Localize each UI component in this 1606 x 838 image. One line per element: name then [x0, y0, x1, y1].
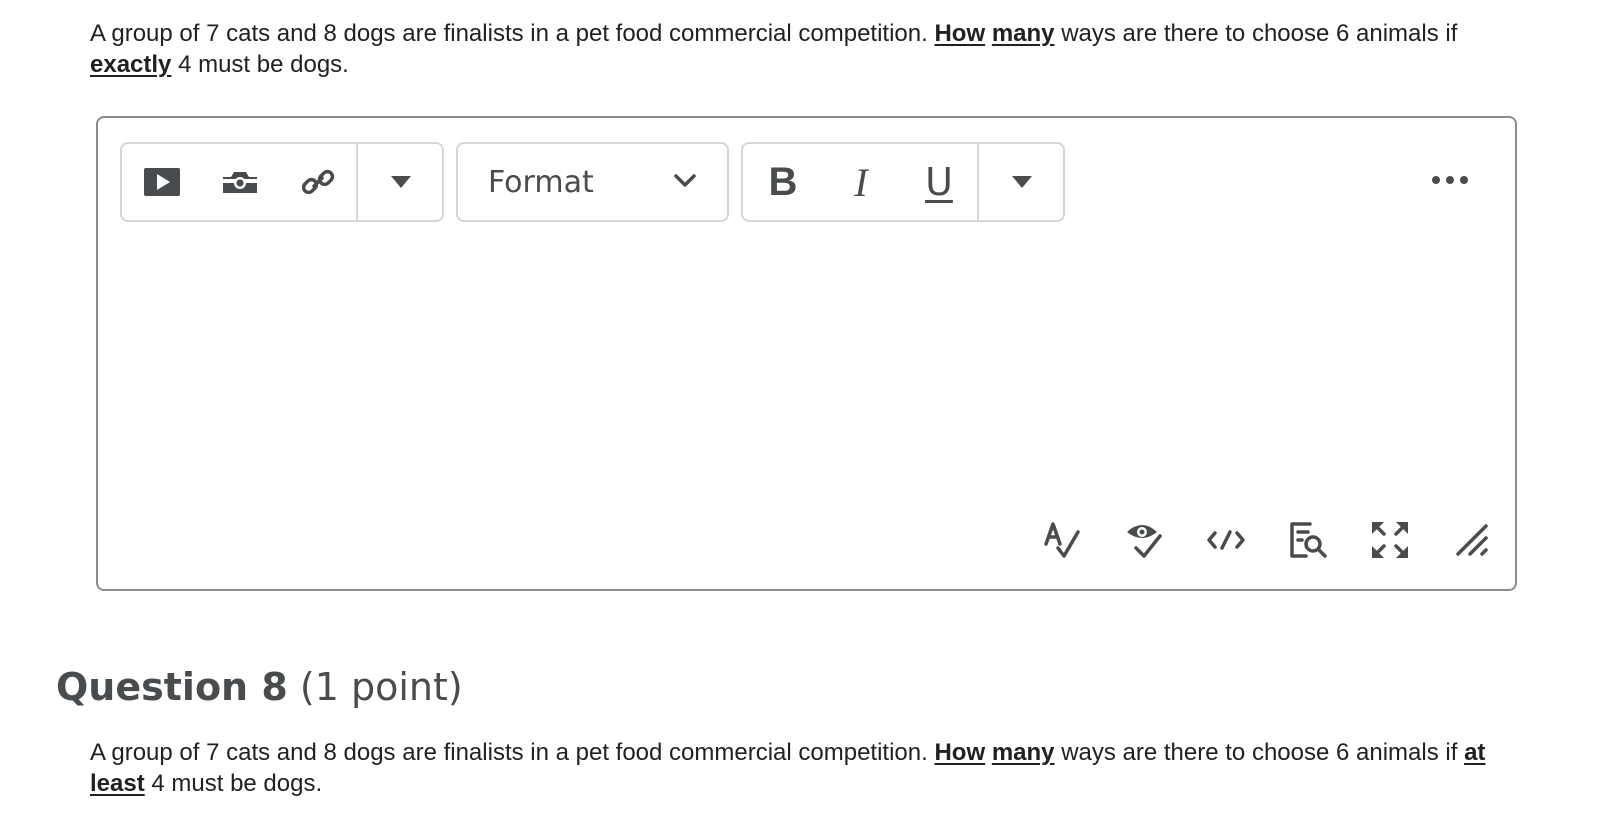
emphasis-at: at — [1464, 739, 1486, 766]
ellipsis-icon — [1432, 176, 1440, 184]
fullscreen-button[interactable] — [1368, 518, 1412, 562]
accessibility-check-icon — [1127, 525, 1162, 558]
question-7-text: A group of 7 cats and 8 dogs are finalis… — [90, 18, 1520, 80]
text-style-toolbar-group: B I U — [741, 142, 1065, 222]
spellcheck-button[interactable] — [1040, 518, 1084, 562]
spellcheck-icon — [1044, 522, 1080, 558]
camera-icon — [221, 172, 259, 193]
caret-down-icon — [1012, 176, 1032, 188]
play-video-icon — [144, 168, 180, 196]
question-8-header: Question 8 (1 point) — [56, 663, 463, 711]
insert-video-button[interactable] — [132, 144, 192, 220]
find-replace-button[interactable] — [1286, 518, 1330, 562]
bold-button[interactable]: B — [751, 144, 815, 220]
source-code-icon — [1207, 530, 1245, 550]
question-text-part: A group of 7 cats and 8 dogs are finalis… — [90, 739, 928, 766]
resize-handle[interactable] — [1450, 518, 1494, 562]
emphasis-many: many — [991, 20, 1055, 47]
fullscreen-icon — [1372, 522, 1408, 558]
question-text-part: 4 must be dogs. — [151, 770, 323, 797]
question-8-text: A group of 7 cats and 8 dogs are finalis… — [90, 737, 1520, 799]
find-replace-icon — [1290, 522, 1327, 558]
question-title: Question 8 — [56, 665, 288, 709]
question-text-part: A group of 7 cats and 8 dogs are finalis… — [90, 20, 928, 47]
ellipsis-dot — [1446, 176, 1454, 184]
more-actions-button[interactable] — [1425, 162, 1475, 198]
link-icon — [301, 169, 335, 195]
source-code-button[interactable] — [1204, 518, 1248, 562]
question-points: (1 point) — [299, 665, 463, 709]
emphasis-exactly: exactly — [90, 51, 172, 78]
caret-down-icon — [391, 176, 411, 188]
question-text-part: ways are there to choose 6 animals if — [1061, 20, 1458, 47]
insert-toolbar-group — [120, 142, 444, 222]
emphasis-least: least — [90, 770, 145, 797]
text-more-dropdown[interactable] — [981, 144, 1063, 220]
toolbar-separator — [356, 144, 358, 220]
format-label: Format — [488, 165, 594, 200]
insert-image-button[interactable] — [210, 144, 270, 220]
html-editor[interactable]: Format B I U — [96, 116, 1517, 591]
resize-handle-icon — [1456, 524, 1488, 556]
format-select[interactable]: Format — [456, 142, 729, 222]
question-text-part: 4 must be dogs. — [178, 51, 349, 78]
accessibility-check-button[interactable] — [1122, 518, 1166, 562]
editor-content-area[interactable] — [118, 238, 1488, 498]
underline-button[interactable]: U — [907, 144, 971, 220]
insert-link-button[interactable] — [288, 144, 348, 220]
insert-more-dropdown[interactable] — [360, 144, 442, 220]
emphasis-how: How — [934, 739, 986, 766]
ellipsis-dot — [1460, 176, 1468, 184]
emphasis-how: How — [934, 20, 986, 47]
question-text-part: ways are there to choose 6 animals if — [1061, 739, 1458, 766]
emphasis-many: many — [991, 739, 1055, 766]
chevron-down-icon — [674, 174, 696, 187]
toolbar-separator — [977, 144, 979, 220]
italic-button[interactable]: I — [829, 144, 893, 220]
